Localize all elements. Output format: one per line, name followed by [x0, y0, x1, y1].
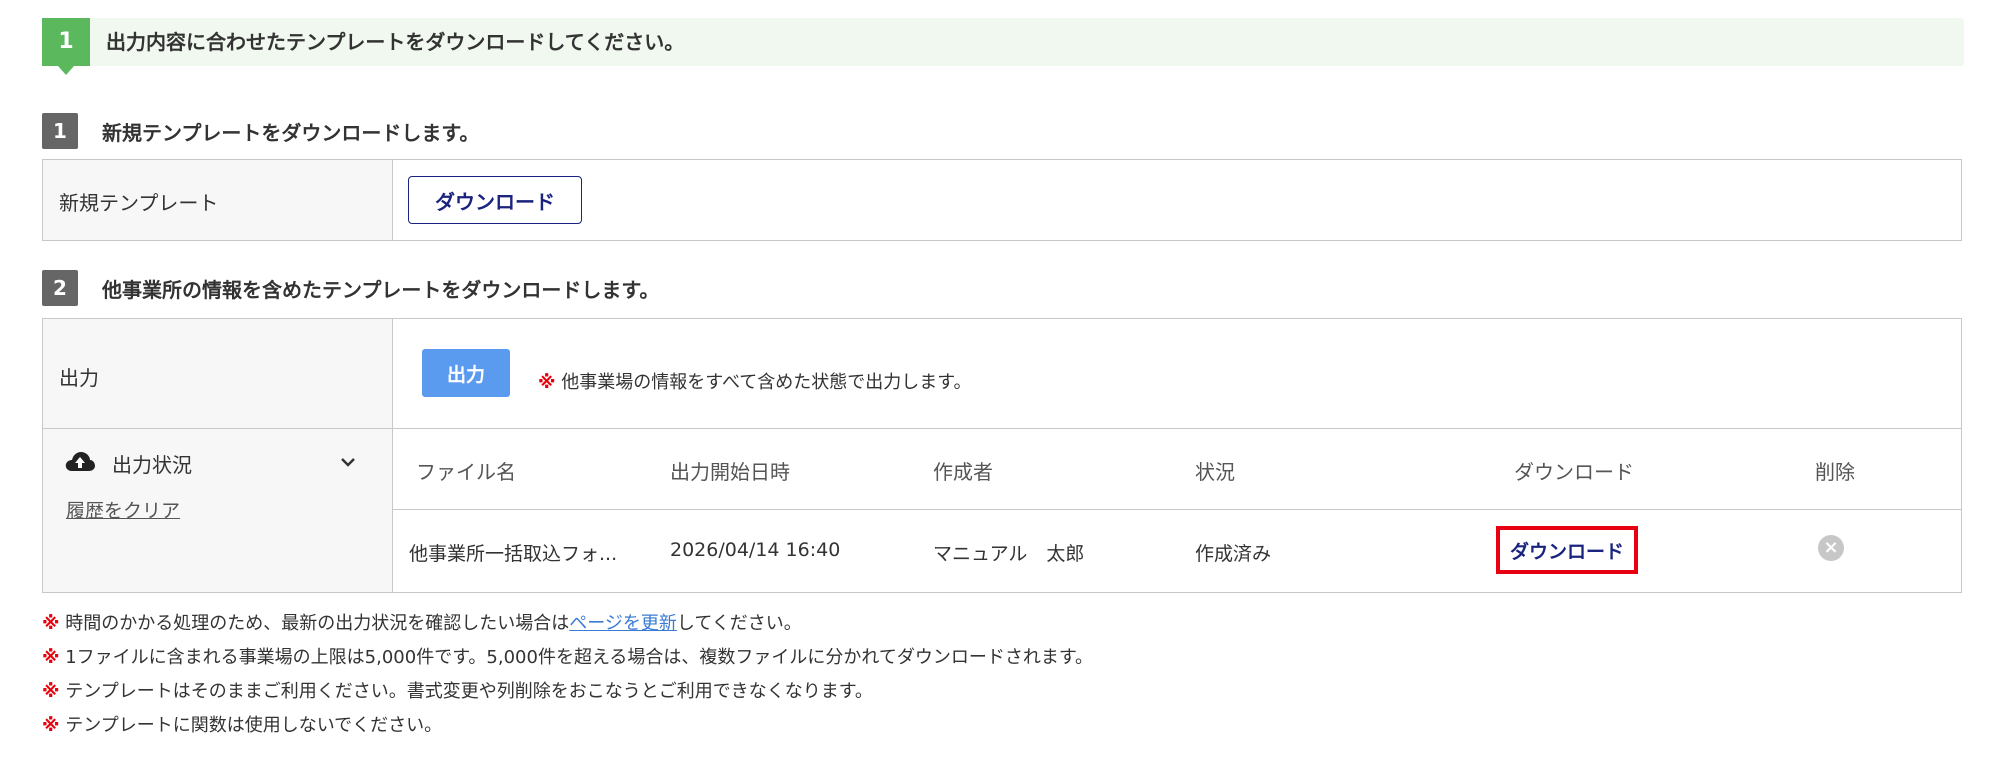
file-name-cell: 他事業所一括取込フォ... — [409, 543, 618, 565]
output-note-text: 他事業場の情報をすべて含めた状態で出力します。 — [561, 372, 972, 393]
section2-title: 他事業所の情報を含めたテンプレートをダウンロードします。 — [102, 277, 660, 302]
col-header-status: 状況 — [1195, 460, 1235, 484]
note-format-text: テンプレートはそのままご利用ください。書式変更や列削除をおこなうとご利用できなく… — [65, 681, 873, 702]
col-header-author: 作成者 — [933, 460, 993, 484]
section2-header: 2 他事業所の情報を含めたテンプレートをダウンロードします。 — [42, 270, 659, 306]
note-refresh: ※ 時間のかかる処理のため、最新の出力状況を確認したい場合はページを更新してくだ… — [42, 609, 802, 635]
row-divider — [42, 428, 1962, 429]
new-template-download-button[interactable]: ダウンロード — [408, 176, 582, 224]
clear-history-link[interactable]: 履歴をクリア — [66, 496, 180, 523]
note-limit: ※ 1ファイルに含まれる事業場の上限は5,000件です。5,000件を超える場合… — [42, 643, 1093, 669]
new-template-label: 新規テンプレート — [59, 191, 219, 215]
close-circle-icon[interactable]: × — [1818, 535, 1844, 561]
section1-number: 1 — [42, 113, 78, 149]
note-refresh-text: 時間のかかる処理のため、最新の出力状況を確認したい場合は — [65, 613, 570, 634]
new-template-label-cell: 新規テンプレート — [43, 160, 393, 240]
note-mark: ※ — [42, 715, 60, 736]
row-download-button[interactable]: ダウンロード — [1496, 526, 1638, 574]
start-time-cell: 2026/04/14 16:40 — [670, 539, 841, 561]
output-button[interactable]: 出力 — [422, 349, 510, 397]
output-label: 出力 — [59, 366, 99, 390]
col-header-download: ダウンロード — [1514, 460, 1634, 484]
section1-header: 1 新規テンプレートをダウンロードします。 — [42, 113, 479, 149]
status-cloud-icon — [64, 449, 96, 473]
note-mark: ※ — [42, 681, 60, 702]
step-badge-pointer — [58, 66, 74, 75]
chevron-down-icon[interactable] — [338, 452, 358, 472]
step-instruction: 出力内容に合わせたテンプレートをダウンロードしてください。 — [106, 30, 685, 54]
output-note-mark: ※ — [538, 372, 556, 393]
output-status-label: 出力状況 — [112, 453, 192, 477]
refresh-page-link[interactable]: ページを更新 — [569, 613, 677, 634]
col-header-delete: 削除 — [1815, 460, 1855, 484]
section2-number: 2 — [42, 270, 78, 306]
note-limit-text: 1ファイルに含まれる事業場の上限は5,000件です。5,000件を超える場合は、… — [65, 647, 1094, 668]
output-note: ※ 他事業場の情報をすべて含めた状態で出力します。 — [538, 368, 971, 394]
note-format: ※ テンプレートはそのままご利用ください。書式変更や列削除をおこなうとご利用でき… — [42, 677, 873, 703]
step-number-badge: 1 — [42, 18, 90, 66]
note-functions-text: テンプレートに関数は使用しないでください。 — [65, 715, 443, 736]
note-mark: ※ — [42, 613, 60, 634]
col-header-file-name: ファイル名 — [416, 460, 516, 484]
section1-title: 新規テンプレートをダウンロードします。 — [102, 120, 480, 145]
author-cell: マニュアル 太郎 — [933, 543, 1085, 565]
table-header-divider — [392, 509, 1962, 510]
col-header-start-time: 出力開始日時 — [670, 460, 790, 484]
status-cell: 作成済み — [1195, 543, 1272, 565]
note-refresh-text-end: してください。 — [676, 613, 802, 634]
note-functions: ※ テンプレートに関数は使用しないでください。 — [42, 711, 442, 737]
new-template-table: 新規テンプレート ダウンロード — [42, 159, 1962, 241]
note-mark: ※ — [42, 647, 60, 668]
step-banner: 1 出力内容に合わせたテンプレートをダウンロードしてください。 — [42, 18, 1964, 75]
